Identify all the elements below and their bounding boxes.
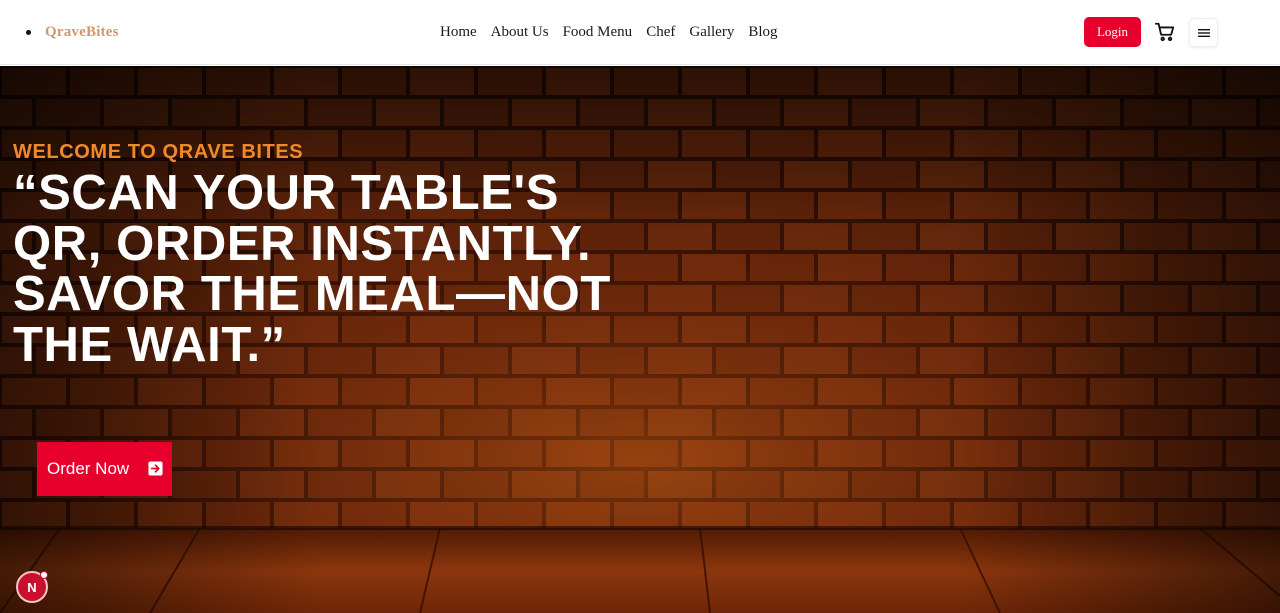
hamburger-menu-button[interactable]	[1189, 18, 1218, 47]
order-now-label: Order Now	[47, 459, 130, 478]
list-bullet	[26, 29, 31, 35]
navbar: QraveBites Home About Us Food Menu Chef …	[0, 0, 1280, 65]
notification-dot	[40, 571, 48, 579]
badge-letter: N	[27, 579, 37, 595]
hero-eyebrow: WELCOME TO QRAVE BITES	[13, 141, 304, 163]
brand-logo-text[interactable]: QraveBites	[45, 24, 119, 41]
nav-link-home[interactable]: Home	[440, 24, 477, 41]
nav-link-gallery[interactable]: Gallery	[689, 24, 734, 41]
nav-link-about-us[interactable]: About Us	[491, 24, 549, 41]
nav-link-food-menu[interactable]: Food Menu	[563, 24, 633, 41]
login-button[interactable]: Login	[1084, 17, 1141, 47]
floating-assistant-badge[interactable]: N	[16, 571, 48, 603]
hamburger-menu-icon	[1197, 28, 1210, 37]
main-nav: Home About Us Food Menu Chef Gallery Blo…	[440, 22, 778, 42]
nav-link-chef[interactable]: Chef	[646, 24, 675, 41]
nav-link-blog[interactable]: Blog	[748, 24, 777, 41]
order-now-button[interactable]: Order Now	[37, 442, 172, 496]
hero-section: WELCOME TO QRAVE BITES “SCAN YOUR TABLE'…	[0, 66, 1280, 613]
hero-headline: “SCAN YOUR TABLE'S QR, ORDER INSTANTLY. …	[13, 166, 611, 372]
hero-content: WELCOME TO QRAVE BITES “SCAN YOUR TABLE'…	[13, 140, 653, 370]
brand[interactable]: QraveBites	[26, 22, 119, 42]
arrow-right-icon	[148, 461, 163, 476]
cart-icon[interactable]	[1154, 21, 1176, 43]
